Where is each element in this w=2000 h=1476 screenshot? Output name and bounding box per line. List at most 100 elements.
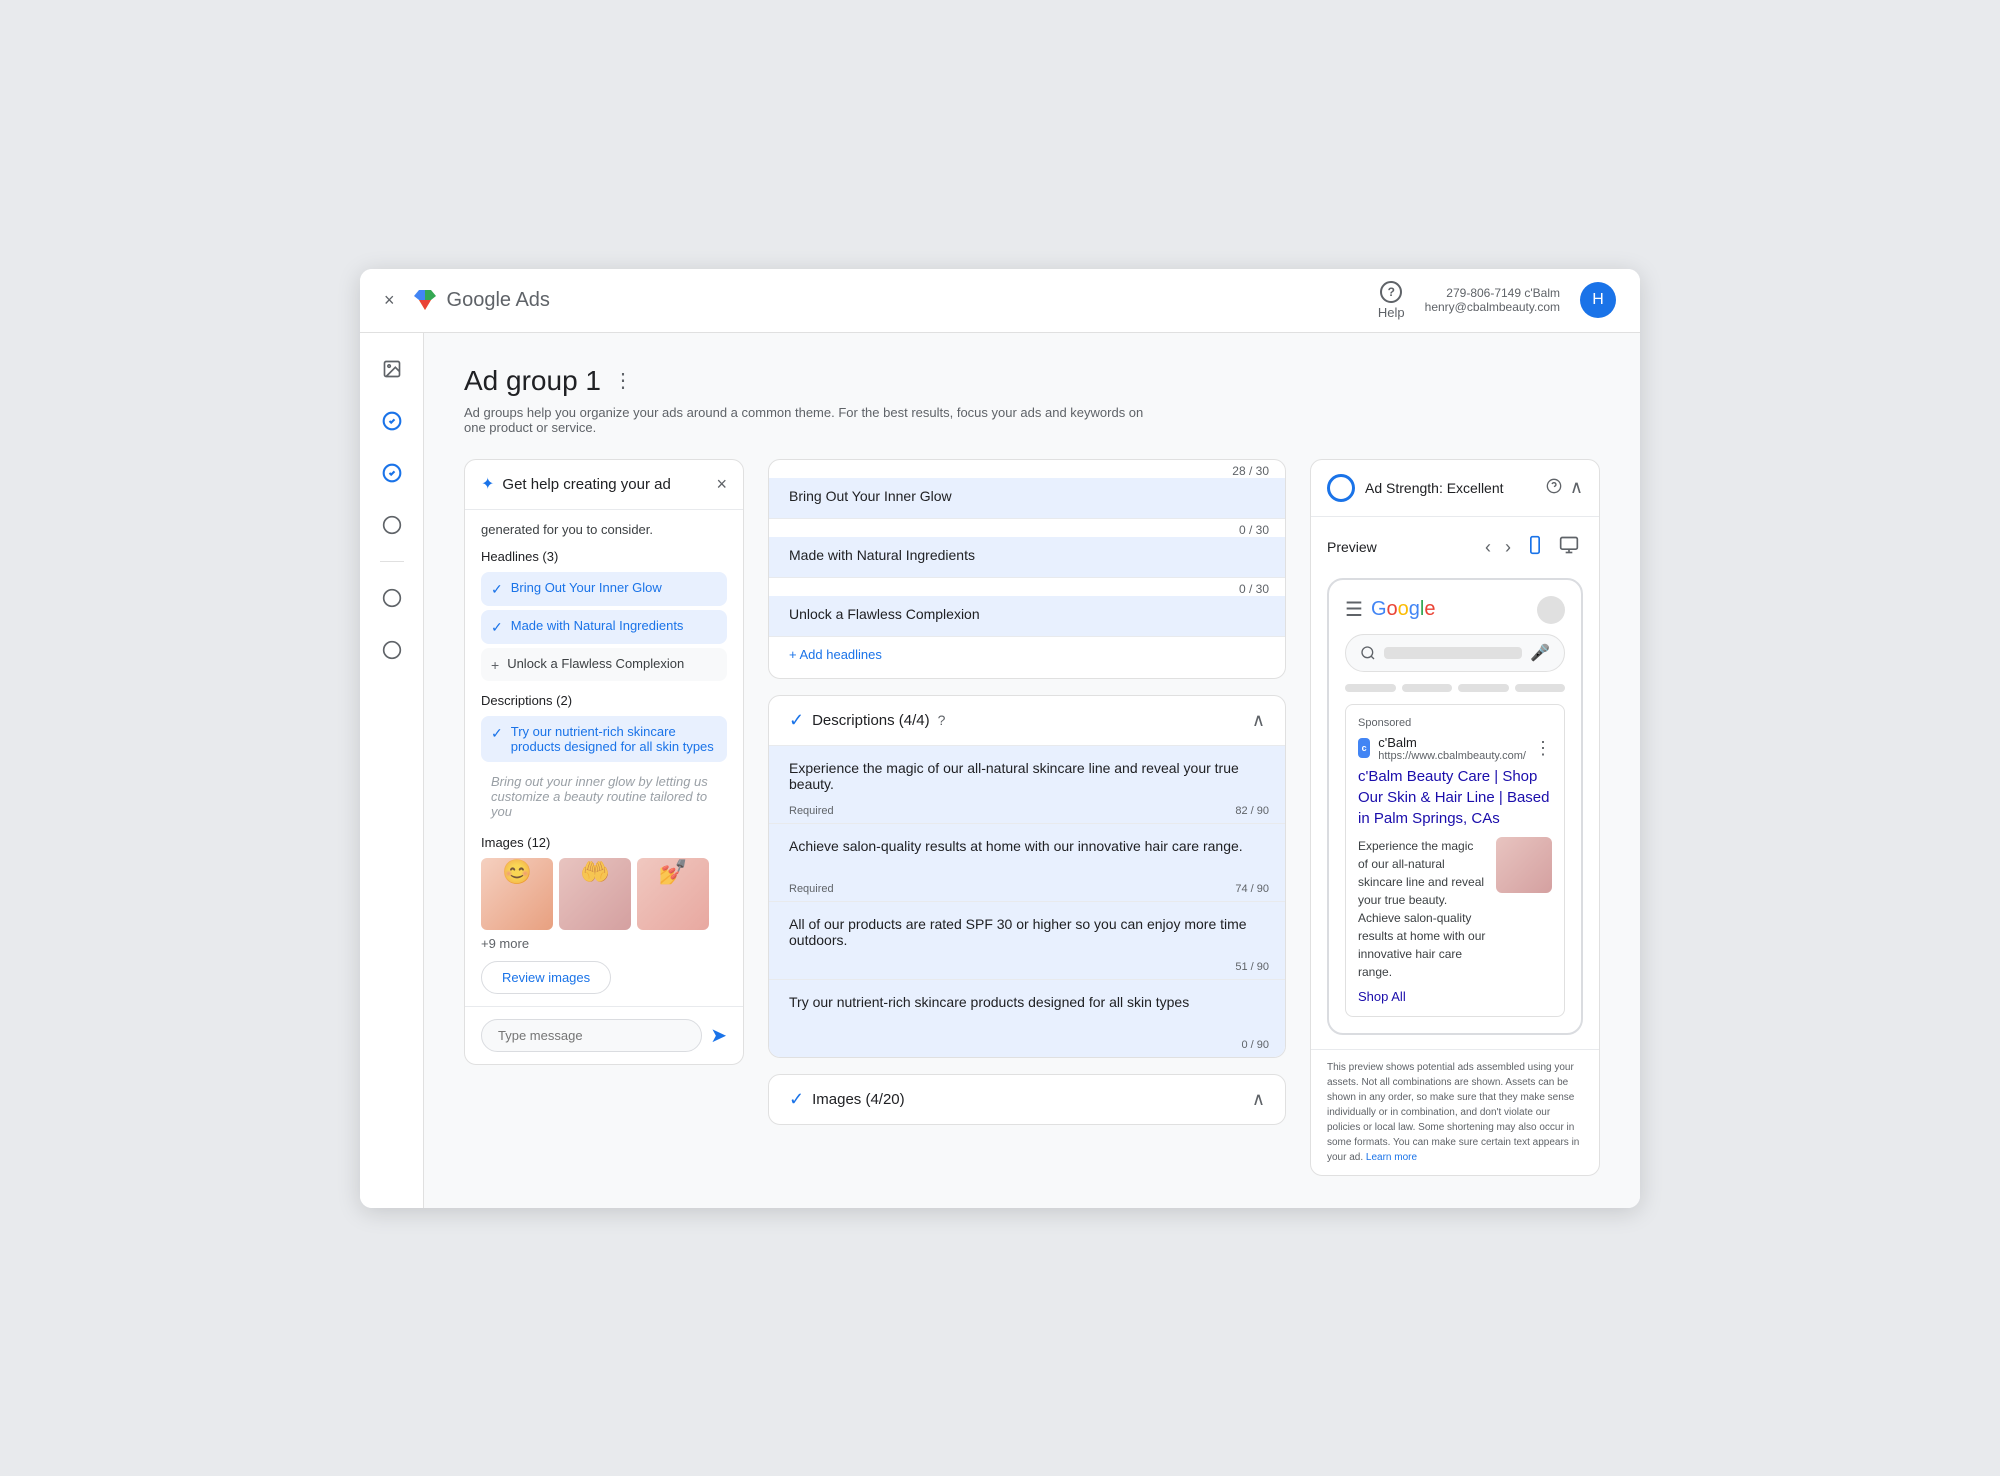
images-big-header: ✓ Images (4/20) ∧ — [769, 1075, 1285, 1124]
chat-header-left: ✦ Get help creating your ad — [481, 474, 671, 494]
page-header: Ad group 1 ⋮ Ad groups help you organize… — [464, 365, 1600, 435]
desc-field-1: Experience the magic of our all-natural … — [769, 745, 1285, 823]
brand-name: Google Ads — [447, 289, 550, 312]
sidebar-item-circle3[interactable] — [372, 630, 412, 670]
chat-close-button[interactable]: × — [716, 474, 727, 495]
ad-more-icon[interactable]: ⋮ — [1534, 738, 1552, 759]
headline-field-2: 0 / 30 — [769, 519, 1285, 578]
more-options-icon[interactable]: ⋮ — [613, 368, 633, 393]
checkmark-icon-desc-1: ✓ — [491, 725, 503, 742]
sidebar-item-check2[interactable] — [372, 453, 412, 493]
page-subtitle: Ad groups help you organize your ads aro… — [464, 405, 1164, 435]
headline-item-2[interactable]: ✓ Made with Natural Ingredients — [481, 610, 727, 644]
page-title: Ad group 1 — [464, 365, 601, 397]
google-ads-logo-icon — [411, 286, 439, 314]
desc-field-4: Try our nutrient-rich skincare products … — [769, 979, 1285, 1057]
headline-text-3: Unlock a Flawless Complexion — [507, 656, 684, 671]
strength-right: ∧ — [1546, 477, 1583, 498]
ad-title[interactable]: c'Balm Beauty Care | Shop Our Skin & Hai… — [1358, 766, 1552, 829]
desc-required-1: Required — [789, 805, 834, 817]
learn-more-link[interactable]: Learn more — [1366, 1152, 1417, 1163]
desc-input-4[interactable]: Try our nutrient-rich skincare products … — [789, 994, 1265, 1026]
shop-all-link[interactable]: Shop All — [1358, 989, 1552, 1004]
description-item-1[interactable]: ✓ Try our nutrient-rich skincare product… — [481, 716, 727, 762]
checkmark-icon-1: ✓ — [491, 581, 503, 598]
image-thumbnail-3: 💅 — [637, 858, 709, 930]
description-text-2: Bring out your inner glow by letting us … — [491, 774, 708, 819]
descriptions-collapse-button[interactable]: ∧ — [1252, 710, 1265, 731]
send-button[interactable]: ➤ — [710, 1023, 727, 1048]
close-button[interactable]: × — [384, 290, 395, 311]
descriptions-help-icon[interactable]: ? — [938, 712, 946, 728]
desktop-view-button[interactable] — [1555, 531, 1583, 564]
counter-1: 28 / 30 — [769, 460, 1285, 478]
search-fake-input — [1384, 647, 1522, 659]
preview-disclaimer: This preview shows potential ads assembl… — [1311, 1049, 1599, 1175]
counter-2: 0 / 30 — [769, 519, 1285, 537]
search-bar[interactable]: 🎤 — [1345, 634, 1565, 672]
mobile-view-button[interactable] — [1521, 531, 1549, 564]
prev-button[interactable]: ‹ — [1481, 533, 1495, 562]
description-item-2[interactable]: Bring out your inner glow by letting us … — [481, 766, 727, 827]
avatar[interactable]: H — [1580, 282, 1616, 318]
strength-circle-icon — [1327, 474, 1355, 502]
g-blue: G — [1371, 598, 1387, 620]
strength-help-icon[interactable] — [1546, 478, 1562, 497]
headline-item-1[interactable]: ✓ Bring Out Your Inner Glow — [481, 572, 727, 606]
images-grid: 😊 🤲 💅 — [481, 858, 727, 930]
ad-body: Experience the magic of our all-natural … — [1358, 837, 1552, 981]
search-icon — [1360, 645, 1376, 661]
right-panel: Ad Strength: Excellent ∧ Pre — [1310, 459, 1600, 1176]
mid-panel: 28 / 30 0 / 30 0 / 30 — [768, 459, 1286, 1176]
desc-required-2: Required — [789, 883, 834, 895]
topbar: × Google Ads ? Help 279-806-7149 c'Balm … — [360, 269, 1640, 333]
result-bar-3 — [1458, 684, 1509, 692]
strength-header: Ad Strength: Excellent ∧ — [1311, 460, 1599, 517]
sidebar-item-image[interactable] — [372, 349, 412, 389]
desc-field-3: All of our products are rated SPF 30 or … — [769, 901, 1285, 979]
ad-image — [1496, 837, 1552, 893]
sidebar-item-circle2[interactable] — [372, 578, 412, 618]
more-count: +9 more — [481, 936, 727, 951]
strength-collapse-button[interactable]: ∧ — [1570, 477, 1583, 498]
strength-title: Ad Strength: Excellent — [1365, 480, 1504, 496]
images-checkmark-icon: ✓ — [789, 1089, 804, 1110]
preview-nav: ‹ › — [1481, 531, 1583, 564]
desc-input-3[interactable]: All of our products are rated SPF 30 or … — [789, 916, 1265, 948]
next-button[interactable]: › — [1501, 533, 1515, 562]
account-email: henry@cbalmbeauty.com — [1425, 300, 1560, 314]
menu-icon: ☰ — [1345, 597, 1363, 622]
help-button[interactable]: ? Help — [1378, 281, 1405, 320]
logo: Google Ads — [411, 286, 550, 314]
checkmark-icon-2: ✓ — [491, 619, 503, 636]
strength-panel: Ad Strength: Excellent ∧ Pre — [1310, 459, 1600, 1176]
review-images-button[interactable]: Review images — [481, 961, 611, 994]
headline-item-3[interactable]: + Unlock a Flawless Complexion — [481, 648, 727, 681]
brand-icon: c — [1358, 738, 1370, 758]
headline-input-3[interactable] — [769, 596, 1285, 636]
sidebar — [360, 333, 424, 1208]
headline-text-1: Bring Out Your Inner Glow — [511, 580, 662, 595]
result-bar-2 — [1402, 684, 1453, 692]
headline-input-2[interactable] — [769, 537, 1285, 577]
descriptions-header: ✓ Descriptions (4/4) ? ∧ — [769, 696, 1285, 745]
images-collapse-button[interactable]: ∧ — [1252, 1089, 1265, 1110]
g-blue2: g — [1409, 598, 1420, 620]
desc-input-2[interactable]: Achieve salon-quality results at home wi… — [789, 838, 1265, 870]
generated-text: generated for you to consider. — [481, 522, 727, 537]
g-red: o — [1387, 598, 1398, 620]
image-face-3: 💅 — [637, 858, 709, 887]
content-area: Ad group 1 ⋮ Ad groups help you organize… — [424, 333, 1640, 1208]
add-headlines-button[interactable]: + Add headlines — [769, 637, 1285, 678]
phone-user-icon — [1537, 596, 1565, 624]
description-text-1: Try our nutrient-rich skincare products … — [511, 724, 717, 754]
headline-input-1[interactable] — [769, 478, 1285, 518]
images-label: Images (12) — [481, 835, 727, 850]
desc-counter-1: 82 / 90 — [1235, 805, 1269, 817]
sidebar-item-check1[interactable] — [372, 401, 412, 441]
preview-section: Preview ‹ › — [1311, 517, 1599, 1049]
chat-input[interactable] — [481, 1019, 702, 1052]
sidebar-item-circle1[interactable] — [372, 505, 412, 545]
desc-input-1[interactable]: Experience the magic of our all-natural … — [789, 760, 1265, 792]
chat-header: ✦ Get help creating your ad × — [465, 460, 743, 510]
